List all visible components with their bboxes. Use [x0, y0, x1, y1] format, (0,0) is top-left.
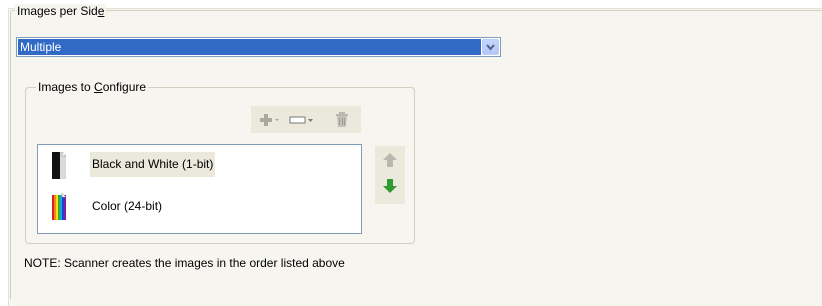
list-item[interactable]: Color (24-bit) — [38, 189, 358, 223]
images-per-side-dropdown[interactable]: Multiple — [16, 37, 501, 57]
list-item-label: Black and White (1-bit) — [90, 152, 216, 177]
color-page-icon — [52, 191, 68, 224]
order-note: NOTE: Scanner creates the images in the … — [24, 256, 345, 270]
image-list[interactable]: Black and White (1-bit) Color (24-bit) — [37, 144, 362, 234]
rectangle-icon[interactable] — [289, 112, 315, 127]
trash-icon[interactable] — [335, 112, 349, 127]
images-per-side-label: Images per Side — [15, 4, 107, 18]
images-per-side-value: Multiple — [18, 39, 481, 55]
reorder-buttons — [375, 146, 405, 204]
plus-icon[interactable] — [259, 112, 283, 127]
image-toolbar — [251, 106, 361, 133]
list-item-label: Color (24-bit) — [92, 199, 163, 213]
images-to-configure-label: Images to Configure — [36, 80, 149, 94]
chevron-down-icon[interactable] — [482, 39, 499, 55]
list-item[interactable]: Black and White (1-bit) — [38, 148, 358, 182]
bw-page-icon — [52, 150, 68, 183]
